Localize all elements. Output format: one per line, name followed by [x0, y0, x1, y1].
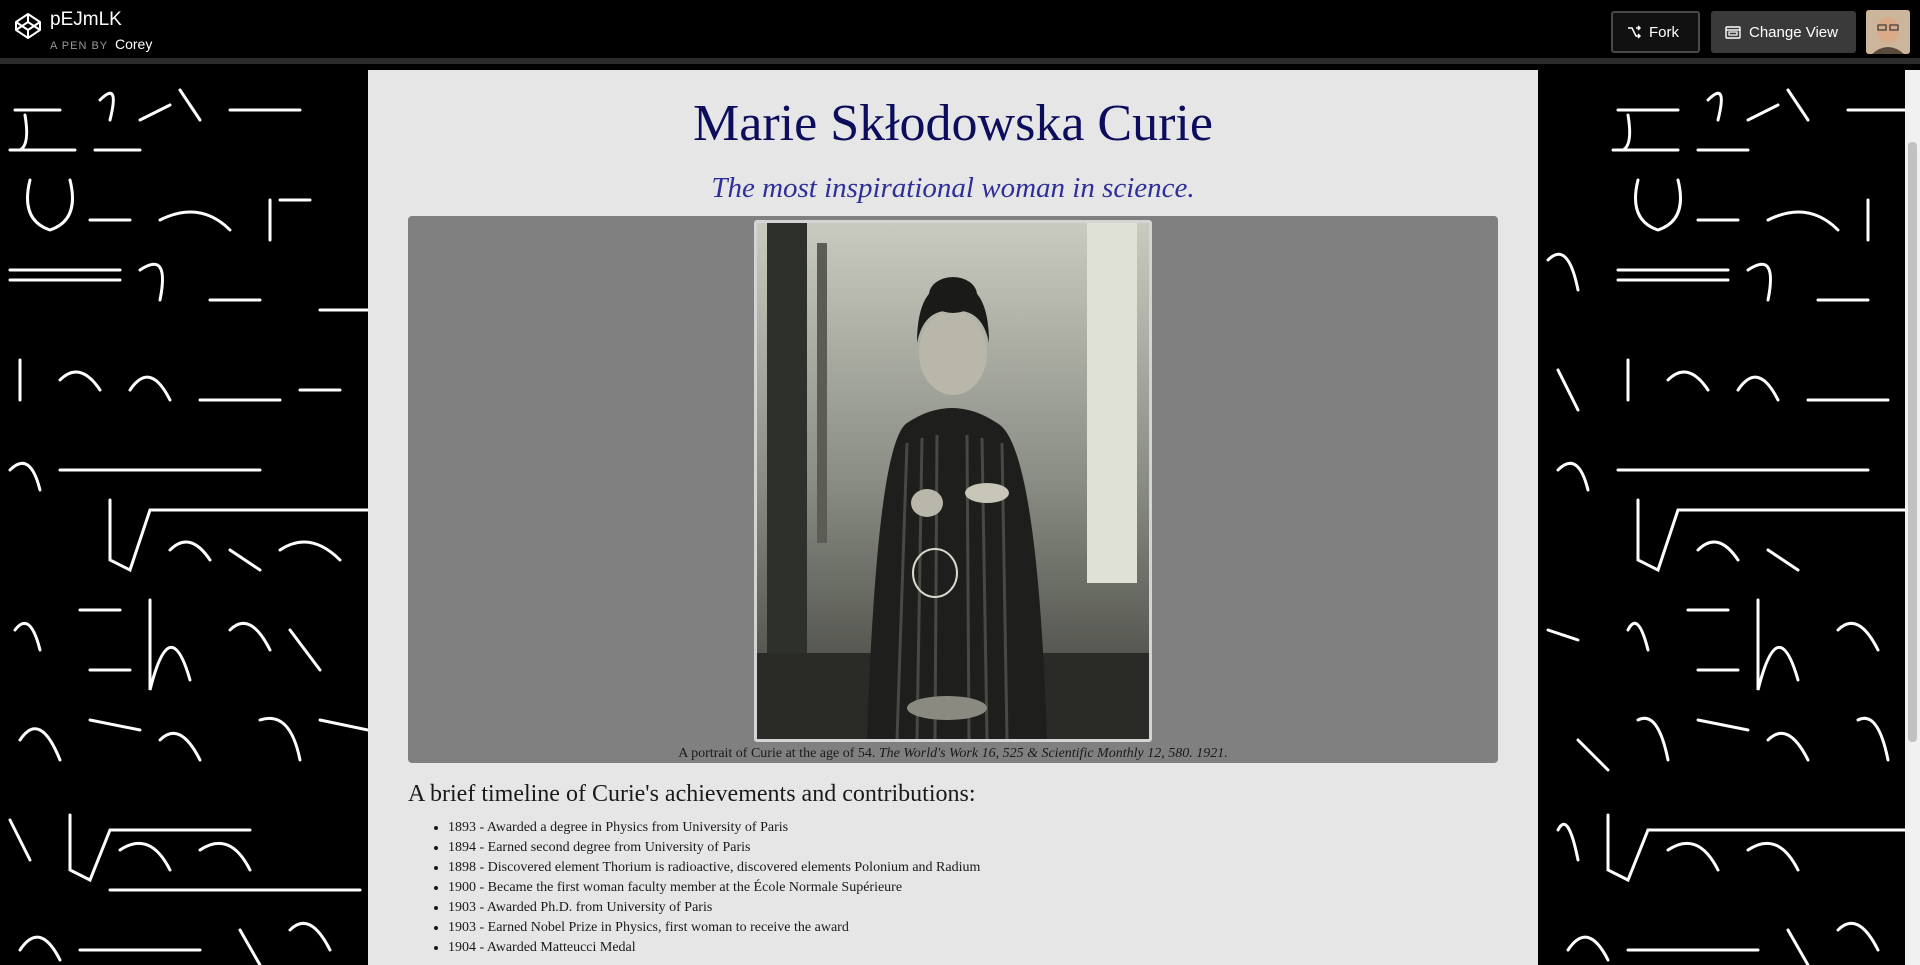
fork-label: Fork	[1649, 23, 1679, 41]
pen-title[interactable]: pEJmLK	[50, 9, 122, 31]
chalkboard-background-right	[1538, 70, 1905, 965]
timeline-item: 1904 - Awarded Matteucci Medal	[448, 938, 980, 958]
chalkboard-background-left	[0, 70, 368, 965]
avatar-face-icon	[1866, 10, 1910, 54]
page-scrollbar[interactable]	[1905, 70, 1920, 965]
layout-icon	[1725, 25, 1741, 39]
timeline-list: 1893 - Awarded a degree in Physics from …	[408, 818, 980, 958]
curie-portrait-image	[754, 220, 1152, 742]
page-subtitle: The most inspirational woman in science.	[711, 172, 1195, 204]
pen-byline: A PEN BY Corey	[50, 36, 152, 52]
timeline-item: 1898 - Discovered element Thorium is rad…	[448, 858, 980, 878]
codepen-header: pEJmLK A PEN BY Corey Fork Change View	[0, 0, 1920, 64]
portrait-illustration	[757, 223, 1149, 739]
change-view-button[interactable]: Change View	[1711, 11, 1856, 53]
image-container: A portrait of Curie at the age of 54. Th…	[408, 216, 1498, 763]
main-content: Marie Skłodowska Curie The most inspirat…	[368, 70, 1538, 965]
scrollbar-thumb[interactable]	[1908, 142, 1917, 742]
timeline-item: 1903 - Awarded Ph.D. from University of …	[448, 898, 980, 918]
fork-button[interactable]: Fork	[1611, 11, 1700, 53]
change-view-label: Change View	[1749, 23, 1838, 41]
timeline-item: 1893 - Awarded a degree in Physics from …	[448, 818, 980, 838]
page-title: Marie Skłodowska Curie	[693, 95, 1213, 152]
timeline-item: 1894 - Earned second degree from Univers…	[448, 838, 980, 858]
pen-author-link[interactable]: Corey	[115, 36, 152, 52]
caption-text: A portrait of Curie at the age of 54.	[678, 746, 876, 761]
codepen-logo-icon[interactable]	[14, 12, 42, 40]
user-avatar[interactable]	[1866, 10, 1910, 54]
equations-illustration	[1546, 88, 1905, 965]
pen-by-prefix: A PEN BY	[50, 40, 108, 52]
equations-illustration	[8, 88, 368, 965]
fork-icon	[1628, 25, 1641, 39]
caption-source: The World's Work 16, 525 & Scientific Mo…	[878, 746, 1228, 761]
timeline-item: 1903 - Earned Nobel Prize in Physics, fi…	[448, 918, 980, 938]
timeline-item: 1900 - Became the first woman faculty me…	[448, 878, 980, 898]
portrait-caption: A portrait of Curie at the age of 54. Th…	[408, 746, 1498, 762]
timeline-heading: A brief timeline of Curie's achievements…	[408, 781, 976, 807]
